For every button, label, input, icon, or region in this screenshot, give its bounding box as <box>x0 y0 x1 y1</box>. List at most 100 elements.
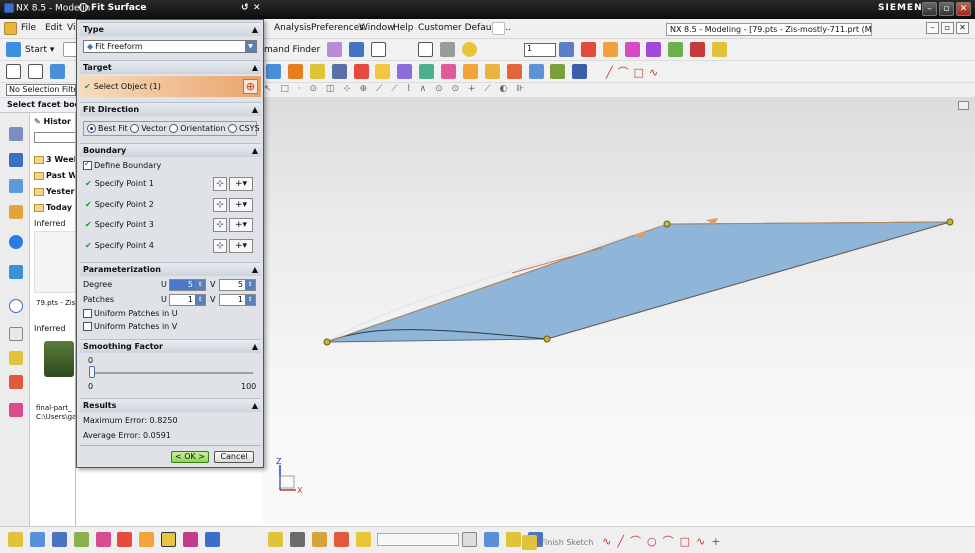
work-layer-field[interactable]: 1 <box>524 42 556 57</box>
graphics-svg[interactable]: Z X <box>262 98 975 524</box>
doc-minimize-button[interactable]: – <box>926 22 939 34</box>
start-icon[interactable] <box>6 42 21 57</box>
sketch-curve-tools[interactable]: ∿╱⌒○⌒□∿+ <box>602 535 726 548</box>
parameterization-section-header[interactable]: Parameterization ▲ <box>80 262 261 276</box>
history-group-today[interactable]: Today <box>34 203 72 212</box>
part-thumbnail-1[interactable] <box>34 231 75 293</box>
type-section-header[interactable]: Type ▲ <box>80 22 261 36</box>
info-icon[interactable] <box>370 42 386 57</box>
tool-icon[interactable] <box>349 42 364 57</box>
assembly-icon-3[interactable] <box>311 532 327 547</box>
history-icon[interactable] <box>9 299 23 313</box>
start-button[interactable]: Start <box>25 45 47 55</box>
sketch-icon[interactable] <box>6 64 21 79</box>
snap-settings-icon[interactable] <box>646 42 662 57</box>
smoothing-section-header[interactable]: Smoothing Factor ▲ <box>80 339 261 353</box>
group-icon[interactable] <box>29 532 45 547</box>
menu-window[interactable]: Window <box>359 23 395 33</box>
type-dropdown[interactable]: ◆ Fit Freeform ▼ <box>83 40 257 53</box>
layer-icon[interactable] <box>51 532 67 547</box>
customer-defaults-icon[interactable] <box>492 22 505 35</box>
pattern-icon[interactable] <box>73 532 89 547</box>
system-scene-icon[interactable] <box>9 327 23 341</box>
surface-icon-10[interactable] <box>462 64 478 79</box>
point-dialog-icon[interactable]: ⊹ <box>213 218 227 232</box>
spinner-icon[interactable]: ⇕ <box>195 295 205 305</box>
doc-restore-button[interactable]: ▫ <box>941 22 954 34</box>
collapse-icon[interactable]: ▲ <box>252 144 258 157</box>
graphics-window[interactable]: Z X <box>262 98 975 524</box>
menu-view[interactable]: Vi <box>67 23 75 33</box>
select-all-icon[interactable] <box>418 42 433 57</box>
close-button[interactable]: ✕ <box>956 2 971 16</box>
fit-direction-vector[interactable]: Vector <box>130 124 167 133</box>
assembly-icon-2[interactable] <box>289 532 305 547</box>
fit-direction-section-header[interactable]: Fit Direction ▲ <box>80 102 261 116</box>
surface-icon-11[interactable] <box>484 64 500 79</box>
define-boundary-checkbox[interactable]: Define Boundary <box>83 159 161 170</box>
target-section-header[interactable]: Target ▲ <box>80 60 261 74</box>
surface-icon-3[interactable] <box>309 64 325 79</box>
surface-icon-7[interactable] <box>397 64 413 79</box>
history-file-1[interactable]: 79.pts - Zis <box>36 299 75 307</box>
boundary-point-4[interactable] <box>946 218 954 226</box>
dialog-reset-icon[interactable]: ↺ <box>241 3 249 13</box>
spline-icon[interactable]: ∿ <box>649 66 663 79</box>
command-finder[interactable]: mand Finder <box>264 45 320 55</box>
assembly-icon-4[interactable] <box>333 532 349 547</box>
surface-icon-2[interactable] <box>287 64 303 79</box>
ruler-icon[interactable] <box>712 42 727 57</box>
point-inference-dropdown[interactable]: +▾ <box>229 198 253 212</box>
collapse-icon[interactable]: ▲ <box>252 61 258 74</box>
cancel-button[interactable]: Cancel <box>214 451 254 463</box>
quick-pick-icon[interactable] <box>8 532 23 547</box>
uniform-patches-v-checkbox[interactable]: Uniform Patches in V <box>83 322 177 331</box>
blend-icon[interactable] <box>204 532 220 547</box>
select-object-row[interactable]: ✔ Select Object (1) ⊕ <box>80 76 261 97</box>
assembly-icon-5[interactable] <box>355 532 371 547</box>
surface-icon-6[interactable] <box>375 64 391 79</box>
mirror-icon[interactable] <box>95 532 111 547</box>
surface-icon-1[interactable] <box>266 64 281 79</box>
sew-icon[interactable] <box>183 532 198 547</box>
surface-icon-13[interactable] <box>528 64 544 79</box>
point-inference-dropdown[interactable]: +▾ <box>229 218 253 232</box>
constraint-navigator-icon[interactable] <box>9 153 23 167</box>
point-dialog-icon[interactable]: ⊹ <box>213 239 227 253</box>
uniform-patches-u-checkbox[interactable]: Uniform Patches in U <box>83 309 178 318</box>
trim-icon[interactable] <box>139 532 155 547</box>
specify-point-4[interactable]: ✔ Specify Point 4 <box>85 241 154 250</box>
transform-icon[interactable] <box>624 42 640 57</box>
collapse-icon[interactable]: ▲ <box>252 263 258 276</box>
part-navigator-icon[interactable] <box>9 179 23 193</box>
boundary-section-header[interactable]: Boundary ▲ <box>80 143 261 157</box>
sketch-name-field[interactable] <box>377 533 460 546</box>
point-dialog-icon[interactable]: ⊹ <box>213 198 227 212</box>
finish-sketch-button[interactable]: Finish Sketch <box>541 538 593 547</box>
assembly-icon-1[interactable] <box>268 532 283 547</box>
patches-u-input[interactable]: 1 ⇕ <box>169 294 206 306</box>
part-thumbnail-2[interactable] <box>44 341 74 377</box>
surface-icon-9[interactable] <box>441 64 456 79</box>
active-tool-icon[interactable] <box>161 532 177 547</box>
menu-analysis[interactable]: Analysis <box>274 23 311 33</box>
spinner-icon[interactable]: ⇕ <box>195 280 205 290</box>
rectangle-tool-icon[interactable]: □ <box>634 66 649 79</box>
specify-point-1[interactable]: ✔ Specify Point 1 <box>85 179 154 188</box>
doc-close-button[interactable]: ✕ <box>956 22 969 34</box>
command-finder-icon[interactable] <box>327 42 343 57</box>
surface-icon-14[interactable] <box>550 64 566 79</box>
collapse-icon[interactable]: ▲ <box>252 340 258 353</box>
patches-v-input[interactable]: 1 ⇕ <box>219 294 256 306</box>
roles-icon[interactable] <box>9 375 23 389</box>
finish-sketch-icon[interactable] <box>522 535 537 550</box>
degree-u-input[interactable]: 5 ⇕ <box>169 279 206 291</box>
results-section-header[interactable]: Results ▲ <box>80 398 261 412</box>
collapse-icon[interactable]: ▲ <box>252 103 258 116</box>
surface-icon-15[interactable] <box>572 64 588 79</box>
point-inference-dropdown[interactable]: +▾ <box>229 239 253 253</box>
rectangle-icon[interactable] <box>27 64 43 79</box>
surface-icon-5[interactable] <box>353 64 369 79</box>
collapse-icon[interactable]: ▲ <box>252 23 258 36</box>
fitted-surface[interactable] <box>326 221 951 343</box>
